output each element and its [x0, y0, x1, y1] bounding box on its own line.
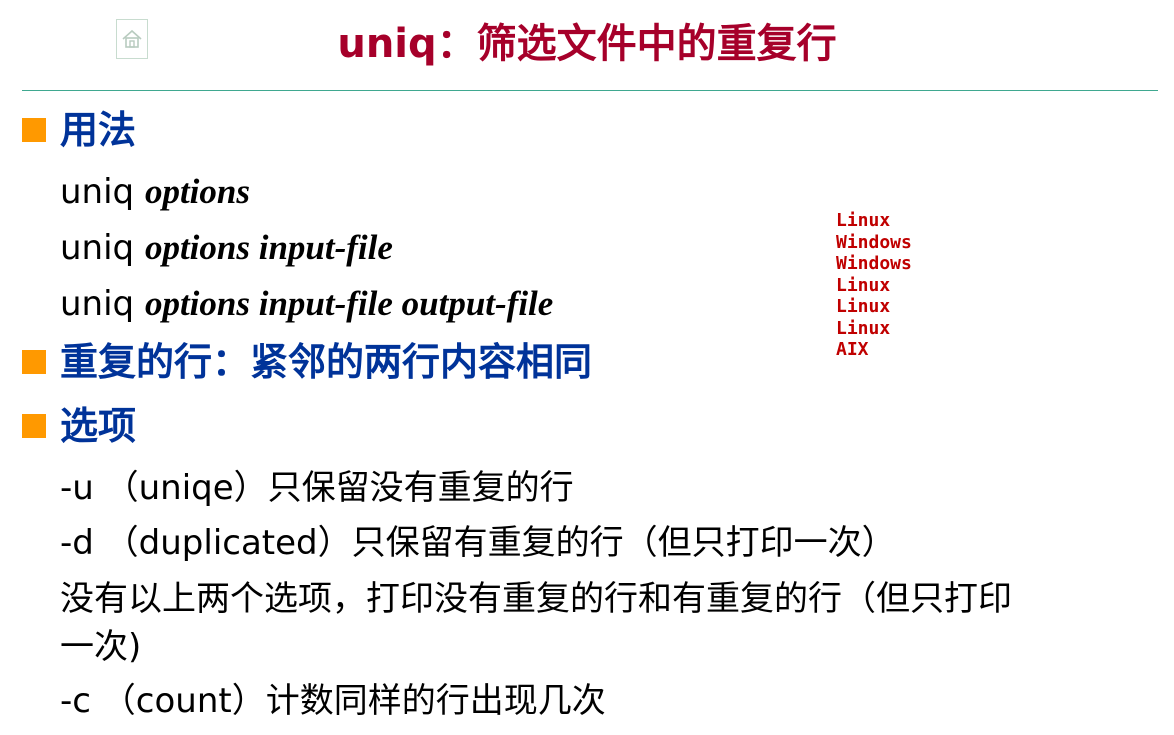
page-title: uniq：筛选文件中的重复行: [337, 21, 837, 67]
sample-line: Linux: [836, 317, 891, 339]
sample-line: Linux: [836, 210, 891, 231]
option-default-line-continued: 一次): [60, 627, 142, 667]
square-bullet-icon: [22, 118, 46, 142]
option-u-line: -u （uniqe）只保留没有重复的行: [60, 468, 574, 508]
usage-line-1: uniq options: [60, 170, 250, 214]
usage-heading: 用法: [60, 108, 137, 152]
option-default-line: 没有以上两个选项，打印没有重复的行和有重复的行（但只打印: [60, 579, 1012, 619]
usage-line-3: uniq options input-file output-file: [60, 282, 553, 326]
usage-command: uniq: [60, 172, 145, 212]
usage-command: uniq: [60, 284, 145, 324]
sample-line: Windows: [836, 231, 912, 253]
sample-line: AIX: [836, 339, 869, 360]
square-bullet-icon: [22, 414, 46, 438]
square-bullet-icon: [22, 350, 46, 374]
duplicate-heading: 重复的行：紧邻的两行内容相同: [60, 340, 593, 384]
usage-args: options input-file output-file: [144, 284, 554, 323]
sample-file-listing: Linux Windows Windows Linux Linux Linux …: [836, 210, 912, 361]
usage-args: options input-file: [144, 228, 393, 267]
usage-bullet-row: 用法: [22, 105, 136, 155]
usage-args: options: [144, 172, 250, 211]
duplicate-bullet-row: 重复的行：紧邻的两行内容相同: [22, 337, 592, 387]
title-divider: [22, 90, 1158, 91]
sample-line: Linux: [836, 296, 891, 317]
sample-line: Windows: [836, 253, 912, 274]
usage-command: uniq: [60, 228, 145, 268]
options-bullet-row: 选项: [22, 401, 136, 451]
option-c-line: -c （count）计数同样的行出现几次: [60, 681, 606, 721]
options-heading: 选项: [60, 404, 137, 448]
usage-line-2: uniq options input-file: [60, 226, 393, 270]
option-d-line: -d （duplicated）只保留有重复的行（但只打印一次）: [60, 523, 896, 563]
sample-line: Linux: [836, 274, 891, 296]
